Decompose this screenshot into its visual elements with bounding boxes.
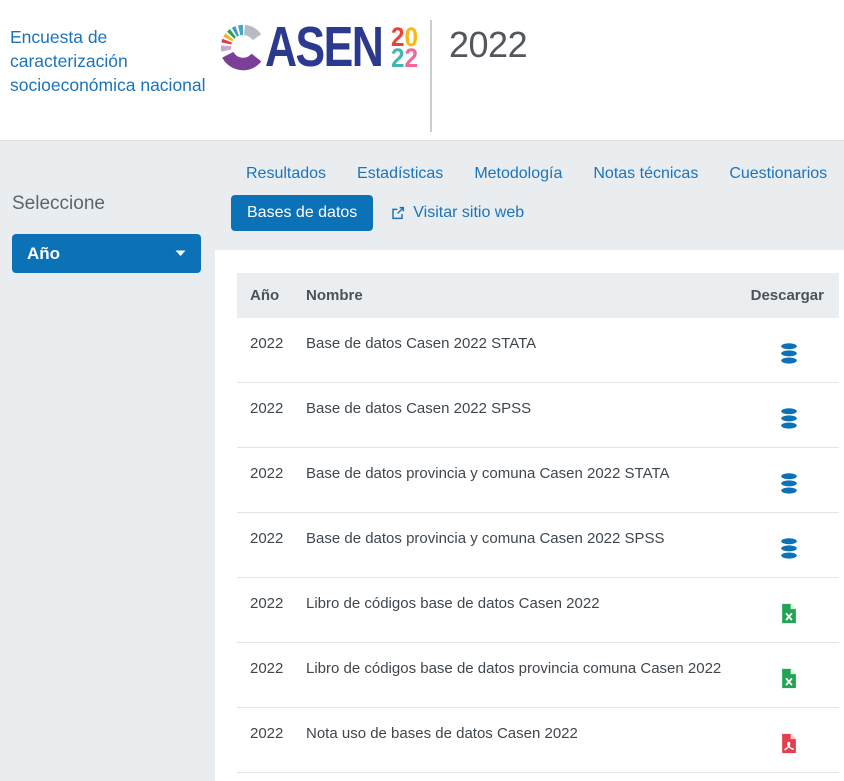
row-name: Nota uso de bases de datos Casen 2022 <box>306 708 739 772</box>
download-link[interactable] <box>778 407 800 430</box>
row-year: 2022 <box>237 578 306 642</box>
table-row: 2022 Base de datos Casen 2022 SPSS <box>237 383 839 448</box>
tabs: Resultados Estadísticas Metodología Notas t… <box>215 141 844 231</box>
column-header-name: Nombre <box>306 287 739 304</box>
download-link[interactable] <box>778 472 800 495</box>
main-panel: Año Nombre Descargar 2022 Base de datos … <box>215 250 844 781</box>
row-name: Base de datos Casen 2022 STATA <box>306 318 739 382</box>
table-row: 2022 Base de datos provincia y comuna Ca… <box>237 513 839 578</box>
tab-estad-sticas[interactable]: Estadísticas <box>357 165 443 183</box>
download-link[interactable] <box>778 667 800 690</box>
year-dropdown[interactable]: Año <box>12 234 201 273</box>
database-icon <box>778 472 800 495</box>
site-title: Encuesta de caracterización socioeconómi… <box>0 0 206 98</box>
main-area: Resultados Estadísticas Metodología Notas t… <box>215 141 844 781</box>
tab-cuestionarios[interactable]: Cuestionarios <box>729 165 827 183</box>
logo-year-digit: 2 <box>405 43 419 73</box>
table-row: 2022 Nota uso de bases de datos Casen 20… <box>237 708 839 773</box>
page: Encuesta de caracterización socioeconómi… <box>0 0 844 781</box>
casen-logo-text: ASEN <box>265 22 382 72</box>
external-link-icon <box>390 205 406 221</box>
file-excel-icon <box>778 602 800 625</box>
sidebar: Seleccione Año <box>0 141 215 781</box>
tab-notas-t-cnicas[interactable]: Notas técnicas <box>593 165 698 183</box>
year-dropdown-label: Año <box>27 244 60 264</box>
download-link[interactable] <box>778 537 800 560</box>
row-year: 2022 <box>237 513 306 577</box>
row-name: Libro de códigos base de datos Casen 202… <box>306 578 739 642</box>
file-pdf-icon <box>778 732 800 755</box>
chevron-down-icon <box>175 250 186 257</box>
table-header: Año Nombre Descargar <box>237 273 839 318</box>
row-year: 2022 <box>237 708 306 772</box>
download-link[interactable] <box>778 342 800 365</box>
row-name: Base de datos Casen 2022 SPSS <box>306 383 739 447</box>
visit-website-link[interactable]: Visitar sitio web <box>390 204 524 222</box>
content-area: Seleccione Año Resultados Estadísticas Met… <box>0 141 844 781</box>
tab-metodolog-a[interactable]: Metodología <box>474 165 562 183</box>
casen-logo-c-icon <box>218 21 268 73</box>
header-divider <box>430 20 432 132</box>
tab-bases-de-datos[interactable]: Bases de datos <box>231 195 373 231</box>
row-name: Libro de códigos base de datos provincia… <box>306 643 739 707</box>
tab-row-2: Bases de datos Visitar sitio web <box>231 195 844 231</box>
row-year: 2022 <box>237 643 306 707</box>
table-row: 2022 Libro de códigos base de datos Case… <box>237 578 839 643</box>
table-body: 2022 Base de datos Casen 2022 STATA 2022… <box>237 318 839 773</box>
casen-logo[interactable]: ASEN 20 22 <box>218 18 421 76</box>
download-link[interactable] <box>778 602 800 625</box>
database-icon <box>778 342 800 365</box>
row-year: 2022 <box>237 383 306 447</box>
logo-year-digit: 2 <box>391 43 405 73</box>
site-header: Encuesta de caracterización socioeconómi… <box>0 0 844 141</box>
table-row: 2022 Libro de códigos base de datos prov… <box>237 643 839 708</box>
page-year-heading: 2022 <box>449 24 527 66</box>
file-excel-icon <box>778 667 800 690</box>
casen-logo-years: 20 22 <box>391 27 418 70</box>
row-name: Base de datos provincia y comuna Casen 2… <box>306 513 739 577</box>
table-row: 2022 Base de datos provincia y comuna Ca… <box>237 448 839 513</box>
row-year: 2022 <box>237 448 306 512</box>
table-row: 2022 Base de datos Casen 2022 STATA <box>237 318 839 383</box>
database-icon <box>778 537 800 560</box>
row-name: Base de datos provincia y comuna Casen 2… <box>306 448 739 512</box>
tab-row-1: Resultados Estadísticas Metodología Notas t… <box>246 165 844 183</box>
tab-resultados[interactable]: Resultados <box>246 165 326 183</box>
visit-website-label: Visitar sitio web <box>413 204 524 222</box>
select-label: Seleccione <box>12 193 201 215</box>
database-icon <box>778 407 800 430</box>
column-header-year: Año <box>237 287 306 304</box>
row-year: 2022 <box>237 318 306 382</box>
download-link[interactable] <box>778 732 800 755</box>
column-header-download: Descargar <box>739 287 839 304</box>
